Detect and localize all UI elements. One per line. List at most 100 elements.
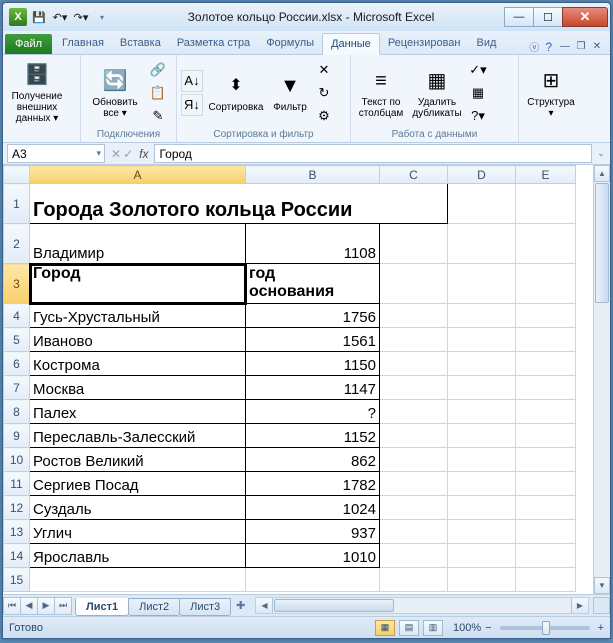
cell-E4[interactable]	[516, 304, 576, 328]
row-header-3[interactable]: 3	[4, 264, 30, 304]
sort-az-button[interactable]: A↓	[181, 70, 203, 92]
row-header-13[interactable]: 13	[4, 520, 30, 544]
cell-E6[interactable]	[516, 352, 576, 376]
cell-B10[interactable]: 862	[246, 448, 380, 472]
scroll-up-button[interactable]: ▲	[594, 165, 610, 182]
text-to-columns-button[interactable]: ≡ Текст по столбцам	[355, 65, 407, 121]
col-header-C[interactable]: C	[380, 166, 448, 184]
row-header-1[interactable]: 1	[4, 184, 30, 224]
cell-E14[interactable]	[516, 544, 576, 568]
fx-button[interactable]: fx	[139, 147, 154, 161]
cell-E2[interactable]	[516, 224, 576, 264]
cell-A7[interactable]: Москва	[30, 376, 246, 400]
mdi-minimize-icon[interactable]: —	[558, 40, 572, 54]
cell-C8[interactable]	[380, 400, 448, 424]
ribbon-tab-6[interactable]: Вид	[469, 33, 505, 54]
cell-E3[interactable]	[516, 264, 576, 304]
cell-B9[interactable]: 1152	[246, 424, 380, 448]
clear-filter-button[interactable]: ✕	[313, 59, 335, 81]
cell-C3[interactable]	[380, 264, 448, 304]
row-header-8[interactable]: 8	[4, 400, 30, 424]
minimize-button[interactable]: —	[504, 7, 534, 27]
get-external-data-button[interactable]: 🗄️ Получение внешних данных ▾	[7, 59, 67, 126]
col-header-E[interactable]: E	[516, 166, 576, 184]
cell-C10[interactable]	[380, 448, 448, 472]
consolidate-button[interactable]: ▦	[467, 82, 489, 104]
cell-C4[interactable]	[380, 304, 448, 328]
ribbon-tab-4[interactable]: Данные	[322, 33, 380, 55]
select-all-corner[interactable]	[4, 166, 30, 184]
properties-button[interactable]: 📋	[147, 82, 169, 104]
cell-D2[interactable]	[448, 224, 516, 264]
cell-C13[interactable]	[380, 520, 448, 544]
help-icon[interactable]: ?	[545, 40, 552, 54]
whatif-button[interactable]: ?▾	[467, 105, 489, 127]
cell-D15[interactable]	[448, 568, 516, 592]
cell-B3[interactable]: год основания	[246, 264, 380, 304]
cell-B15[interactable]	[246, 568, 380, 592]
connections-button[interactable]: 🔗	[147, 59, 169, 81]
remove-duplicates-button[interactable]: ▦ Удалить дубликаты	[409, 65, 465, 121]
cell-A4[interactable]: Гусь-Хрустальный	[30, 304, 246, 328]
cell-A2[interactable]: Владимир	[30, 224, 246, 264]
redo-icon[interactable]: ↷▾	[72, 8, 90, 26]
ribbon-tab-2[interactable]: Разметка стра	[169, 33, 258, 54]
cell-D11[interactable]	[448, 472, 516, 496]
cell-B6[interactable]: 1150	[246, 352, 380, 376]
cell-B5[interactable]: 1561	[246, 328, 380, 352]
cell-E8[interactable]	[516, 400, 576, 424]
undo-icon[interactable]: ↶▾	[51, 8, 69, 26]
formula-input[interactable]: Город	[154, 144, 592, 163]
cell-C11[interactable]	[380, 472, 448, 496]
advanced-filter-button[interactable]: ⚙	[313, 105, 335, 127]
sheet-tab-0[interactable]: Лист1	[75, 598, 129, 616]
cell-A5[interactable]: Иваново	[30, 328, 246, 352]
mdi-restore-icon[interactable]: ❐	[574, 40, 588, 54]
cell-A12[interactable]: Суздаль	[30, 496, 246, 520]
cell-E9[interactable]	[516, 424, 576, 448]
save-icon[interactable]: 💾	[30, 8, 48, 26]
file-tab[interactable]: Файл	[5, 34, 52, 54]
cell-E13[interactable]	[516, 520, 576, 544]
cell-D12[interactable]	[448, 496, 516, 520]
zoom-slider[interactable]	[500, 626, 590, 630]
cell-D10[interactable]	[448, 448, 516, 472]
cell-A14[interactable]: Ярославль	[30, 544, 246, 568]
scroll-left-button[interactable]: ◀	[256, 598, 273, 613]
cell-E11[interactable]	[516, 472, 576, 496]
ribbon-tab-5[interactable]: Рецензирован	[380, 33, 469, 54]
row-header-4[interactable]: 4	[4, 304, 30, 328]
new-sheet-icon[interactable]: ✚	[230, 599, 251, 612]
cell-A10[interactable]: Ростов Великий	[30, 448, 246, 472]
cell-D14[interactable]	[448, 544, 516, 568]
row-header-10[interactable]: 10	[4, 448, 30, 472]
cell-D5[interactable]	[448, 328, 516, 352]
cell-B13[interactable]: 937	[246, 520, 380, 544]
filter-button[interactable]: ▼ Фильтр	[269, 70, 311, 115]
cell-A8[interactable]: Палех	[30, 400, 246, 424]
page-break-view-button[interactable]: ▥	[423, 620, 443, 636]
sheet-nav-first-icon[interactable]: ⏮	[3, 597, 21, 615]
row-header-14[interactable]: 14	[4, 544, 30, 568]
cell-E1[interactable]	[516, 184, 576, 224]
hscroll-thumb[interactable]	[274, 599, 394, 612]
cell-D7[interactable]	[448, 376, 516, 400]
row-header-12[interactable]: 12	[4, 496, 30, 520]
cell-C15[interactable]	[380, 568, 448, 592]
close-button[interactable]: ✕	[562, 7, 608, 27]
cell-E7[interactable]	[516, 376, 576, 400]
cell-B14[interactable]: 1010	[246, 544, 380, 568]
cell-B8[interactable]: ?	[246, 400, 380, 424]
col-header-D[interactable]: D	[448, 166, 516, 184]
sheet-tab-1[interactable]: Лист2	[128, 598, 180, 616]
cell-B12[interactable]: 1024	[246, 496, 380, 520]
row-header-2[interactable]: 2	[4, 224, 30, 264]
cell-D9[interactable]	[448, 424, 516, 448]
zoom-out-button[interactable]: −	[485, 622, 491, 634]
cell-A13[interactable]: Углич	[30, 520, 246, 544]
row-header-6[interactable]: 6	[4, 352, 30, 376]
scroll-down-button[interactable]: ▼	[594, 577, 610, 594]
cell-D6[interactable]	[448, 352, 516, 376]
page-layout-view-button[interactable]: ▤	[399, 620, 419, 636]
outline-button[interactable]: ⊞ Структура ▾	[523, 65, 579, 121]
